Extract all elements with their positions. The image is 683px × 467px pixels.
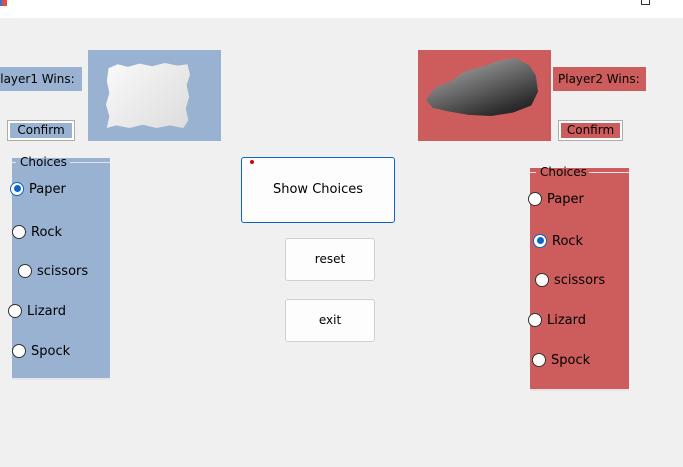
player1-radio-scissors[interactable]: scissors (18, 263, 88, 281)
radio-unchecked-icon[interactable] (528, 312, 542, 327)
title-bar (0, 0, 683, 18)
radio-label: Spock (31, 344, 71, 359)
paper-image-icon (106, 63, 190, 128)
radio-checked-icon[interactable] (10, 181, 24, 196)
radio-unchecked-icon[interactable] (18, 263, 32, 278)
radio-unchecked-icon[interactable] (535, 272, 549, 287)
radio-unchecked-icon[interactable] (12, 343, 26, 358)
player2-radio-scissors[interactable]: scissors (535, 272, 605, 290)
radio-label: scissors (554, 273, 606, 288)
reset-button[interactable]: reset (285, 238, 375, 281)
rock-image-icon (426, 58, 538, 116)
player1-radio-paper[interactable]: Paper (10, 181, 66, 199)
radio-label: Lizard (547, 313, 587, 328)
player2-radio-rock[interactable]: Rock (533, 233, 583, 251)
exit-button[interactable]: exit (285, 299, 375, 342)
player1-radio-rock[interactable]: Rock (12, 224, 62, 242)
player2-radio-lizard[interactable]: Lizard (528, 312, 586, 330)
show-choices-button[interactable]: Show Choices (241, 157, 395, 223)
radio-checked-icon[interactable] (533, 233, 547, 248)
player2-choices-groupbox: Choices Paper Rock scissors Lizard Spock (528, 165, 629, 391)
radio-unchecked-icon[interactable] (12, 224, 26, 239)
player1-wins-label: Player1 Wins: (0, 67, 82, 91)
maximize-icon[interactable] (641, 0, 650, 5)
player2-choices-title: Choices (540, 165, 587, 179)
radio-label: Spock (551, 353, 591, 368)
radio-label: Rock (31, 225, 63, 240)
radio-label: Paper (547, 192, 584, 207)
player2-radio-spock[interactable]: Spock (532, 352, 590, 370)
radio-label: Rock (552, 234, 584, 249)
player1-confirm-button[interactable]: Confirm (7, 120, 75, 141)
player2-wins-label: Player2 Wins: (553, 67, 646, 91)
show-choices-label: Show Choices (272, 182, 363, 197)
radio-unchecked-icon[interactable] (8, 303, 22, 318)
radio-label: Lizard (27, 304, 67, 319)
player1-choice-picture (88, 50, 221, 141)
player1-radio-lizard[interactable]: Lizard (8, 303, 66, 321)
player1-choices-title: Choices (20, 155, 67, 169)
app-icon (0, 0, 7, 6)
player1-radio-spock[interactable]: Spock (12, 343, 70, 361)
player2-confirm-button[interactable]: Confirm (558, 120, 623, 141)
player2-radio-paper[interactable]: Paper (528, 191, 584, 209)
player2-choice-picture (418, 50, 551, 141)
radio-unchecked-icon[interactable] (532, 352, 546, 367)
radio-label: Paper (29, 182, 66, 197)
focus-marker (250, 160, 254, 164)
radio-unchecked-icon[interactable] (528, 191, 542, 206)
player1-choices-groupbox: Choices Paper Rock scissors Lizard Spock (8, 155, 110, 380)
radio-label: scissors (37, 264, 89, 279)
